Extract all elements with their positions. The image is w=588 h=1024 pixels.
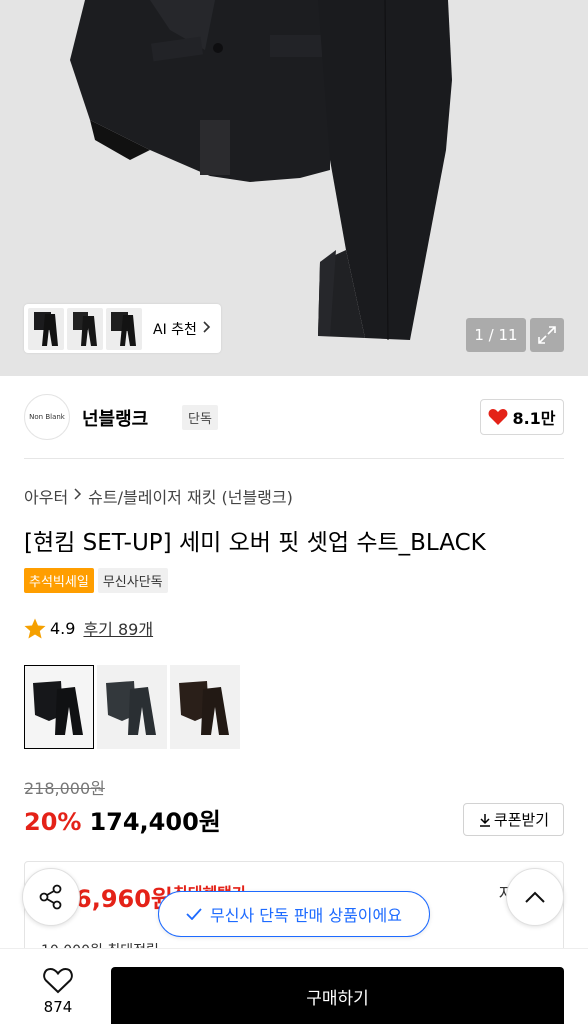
heart-outline-icon (43, 967, 73, 994)
color-options (24, 665, 243, 749)
breadcrumb-subcategory[interactable]: 슈트/블레이저 재킷 (넌블랭크) (88, 484, 293, 508)
coupon-label: 쿠폰받기 (493, 811, 550, 829)
sale-badge: 추석빅세일 (24, 568, 94, 593)
review-link[interactable]: 후기 89개 (83, 616, 153, 640)
exclusive-toast: 무신사 단독 판매 상품이에요 (158, 891, 430, 937)
chevron-up-icon (525, 891, 545, 903)
ai-recommend-box[interactable]: AI 추천 (24, 304, 221, 353)
brand-row: Non Blank 넌블랭크 단독 8.1만 (24, 394, 564, 440)
product-title: [현킴 SET-UP] 세미 오버 핏 셋업 수트_BLACK (24, 530, 486, 556)
ai-thumb-1[interactable] (28, 307, 64, 350)
coupon-button[interactable]: 쿠폰받기 (463, 803, 564, 836)
like-count: 8.1만 (512, 409, 556, 428)
exclusive-badge: 무신사단독 (97, 568, 168, 593)
color-option-charcoal[interactable] (97, 665, 167, 749)
ai-recommend-label[interactable]: AI 추천 (153, 319, 197, 339)
breadcrumb: 아우터 슈트/블레이저 재킷 (넌블랭크) (24, 484, 293, 508)
wish-count: 874 (43, 998, 73, 1016)
chevron-right-icon[interactable] (203, 320, 211, 337)
share-icon (39, 884, 62, 910)
product-image-gallery[interactable]: AI 추천 1 / 11 (0, 0, 588, 376)
ai-thumb-2[interactable] (67, 307, 103, 350)
brand-logo[interactable]: Non Blank (24, 394, 70, 440)
chevron-right-icon (74, 488, 82, 504)
breadcrumb-category[interactable]: 아우터 (24, 484, 68, 508)
color-option-brown[interactable] (170, 665, 240, 749)
brand-name[interactable]: 넌블랭크 (82, 405, 148, 431)
ai-thumb-3[interactable] (106, 307, 142, 350)
star-icon (24, 618, 46, 638)
image-counter: 1 / 11 (466, 318, 526, 352)
sale-price: 174,400원 (89, 808, 221, 836)
wish-button[interactable]: 874 (26, 967, 90, 1016)
check-icon (186, 908, 202, 920)
download-icon (479, 813, 490, 827)
divider (24, 458, 564, 459)
discount-rate: 20% (24, 808, 82, 836)
color-option-black[interactable] (24, 665, 94, 749)
brand-like-button[interactable]: 8.1만 (480, 399, 564, 435)
bottom-bar: 874 구매하기 (0, 948, 588, 1024)
rating-score: 4.9 (50, 618, 76, 638)
share-button[interactable] (22, 868, 80, 926)
product-badges: 추석빅세일 무신사단독 (24, 568, 172, 593)
heart-icon (489, 409, 508, 425)
original-price: 218,000원 (24, 779, 105, 798)
expand-icon[interactable] (530, 318, 564, 352)
scroll-top-button[interactable] (506, 868, 564, 926)
price-row: 20% 174,400원 (24, 802, 221, 837)
buy-button[interactable]: 구매하기 (111, 967, 564, 1024)
toast-text: 무신사 단독 판매 상품이에요 (210, 906, 402, 925)
brand-exclusive-tag: 단독 (182, 405, 218, 430)
rating-row: 4.9 후기 89개 (24, 616, 153, 640)
